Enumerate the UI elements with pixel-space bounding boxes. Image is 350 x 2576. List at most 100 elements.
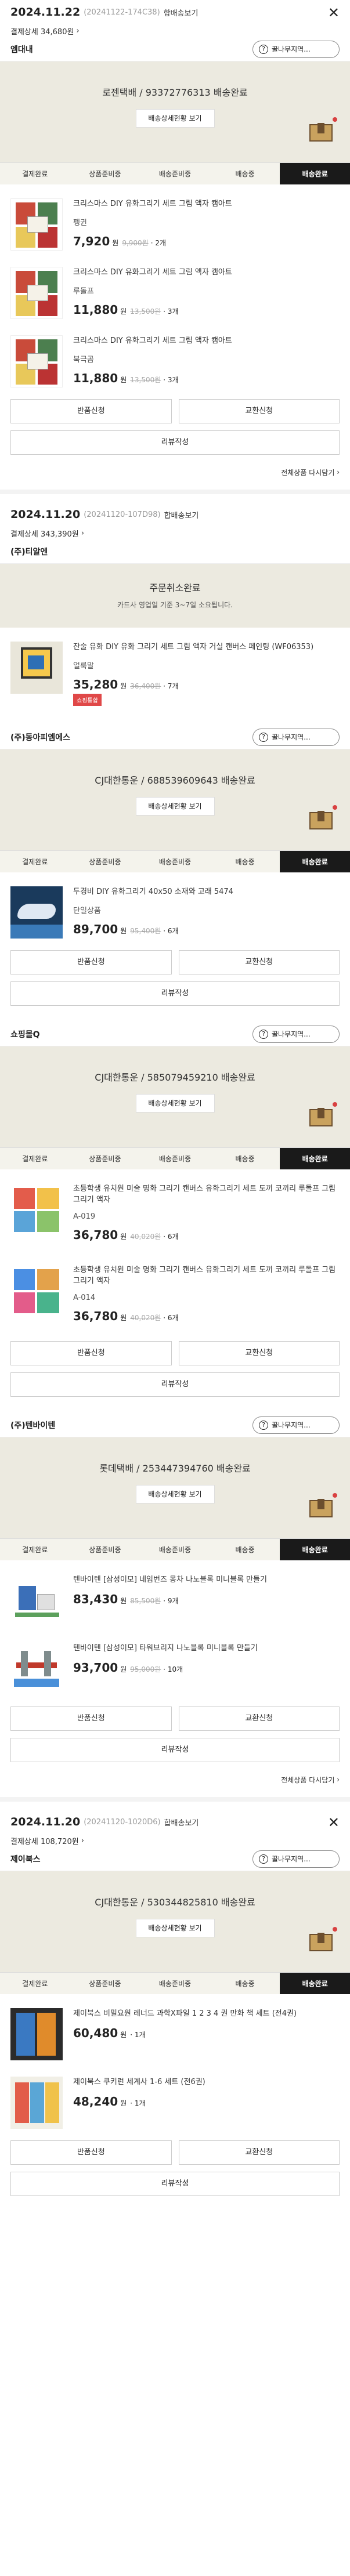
item-name[interactable]: 제이북스 비밀요원 레너드 과학X파일 1 2 3 4 권 만화 책 세트 (전…: [73, 2008, 340, 2019]
return-button[interactable]: 반품신청: [10, 950, 172, 974]
item-quantity: 3개: [167, 307, 179, 316]
item-name[interactable]: 제이북스 쿠키런 세계사 1-6 세트 (전6권): [73, 2077, 340, 2088]
ask-seller-button[interactable]: ? 꿀나무지역...: [252, 1850, 340, 1868]
package-box-icon: [309, 811, 333, 829]
close-icon[interactable]: ✕: [328, 5, 340, 21]
delivery-detail-button[interactable]: 배송상세현황 보기: [135, 1485, 215, 1503]
delivery-status-panel: 로젠택배 / 93372776313 배송완료 배송상세현황 보기: [0, 61, 350, 162]
item-quantity: 1개: [134, 2031, 146, 2039]
exchange-button[interactable]: 교환신청: [178, 950, 340, 974]
item-name[interactable]: 텐바이텐 [삼성이모] 타워브리지 나노블록 미니블록 만들기: [73, 1643, 340, 1654]
return-button[interactable]: 반품신청: [10, 1707, 172, 1731]
package-box-icon: [309, 1933, 333, 1951]
order-item[interactable]: 텐바이텐 [삼성이모] 네임번즈 몽차 나노블록 미니블록 만들기 83,430…: [10, 1560, 340, 1629]
product-image[interactable]: [10, 886, 63, 939]
item-name[interactable]: 텐바이텐 [삼성이모] 네임번즈 몽차 나노블록 미니블록 만들기: [73, 1574, 340, 1585]
order-item[interactable]: 크리스마스 DIY 유화그리기 세트 그림 액자 캠아트 펭귄 7,920 원 9,…: [10, 184, 340, 253]
product-image[interactable]: [10, 2008, 63, 2060]
item-name[interactable]: 크리스마스 DIY 유화그리기 세트 그림 액자 캠아트: [73, 335, 340, 346]
payment-detail-link[interactable]: 결제상세 108,720원 ›: [0, 1834, 350, 1847]
return-button[interactable]: 반품신청: [10, 2140, 172, 2165]
return-button[interactable]: 반품신청: [10, 1341, 172, 1365]
payment-detail-link[interactable]: 결제상세 34,680원 ›: [0, 24, 350, 37]
reorder-all-link[interactable]: 전체상품 다시담기 ›: [0, 455, 350, 490]
order-item[interactable]: 제이북스 쿠키런 세계사 1-6 세트 (전6권) 48,240 원 · 1개: [10, 2063, 340, 2131]
package-box-icon: [309, 1108, 333, 1126]
item-original-price: 13,500원: [130, 376, 161, 384]
order-item[interactable]: 크리스마스 DIY 유화그리기 세트 그림 액자 캠아트 루돌프 11,880 원…: [10, 253, 340, 321]
review-button[interactable]: 리뷰작성: [10, 430, 340, 455]
ask-seller-button[interactable]: ? 꿀나무지역...: [252, 728, 340, 746]
merge-view-link[interactable]: 합배송보기: [164, 7, 199, 18]
product-image[interactable]: [10, 1574, 63, 1626]
payment-detail-link[interactable]: 결제상세 343,390원 ›: [0, 527, 350, 539]
ask-seller-button[interactable]: ? 꿀나무지역...: [252, 1025, 340, 1043]
exchange-button[interactable]: 교환신청: [178, 399, 340, 423]
ask-label: 꿀나무지역...: [272, 45, 311, 53]
exchange-button[interactable]: 교환신청: [178, 2140, 340, 2165]
item-list: 두경비 DIY 유화그리기 40x50 소재와 고래 5474 단일상품 89,…: [0, 872, 350, 941]
product-image[interactable]: [10, 1183, 63, 1236]
won-unit: 원: [120, 307, 127, 316]
won-unit: 원: [112, 239, 119, 247]
product-image[interactable]: [10, 198, 63, 251]
order-item[interactable]: 두경비 DIY 유화그리기 40x50 소재와 고래 5474 단일상품 89,…: [10, 872, 340, 941]
review-button[interactable]: 리뷰작성: [10, 981, 340, 1006]
item-name[interactable]: 초등학생 유치원 미술 명화 그리기 캔버스 유화그리기 세트 도끼 코끼리 루…: [73, 1265, 340, 1287]
item-list: 제이북스 비밀요원 레너드 과학X파일 1 2 3 4 권 만화 책 세트 (전…: [0, 1994, 350, 2131]
product-image[interactable]: [10, 2077, 63, 2129]
product-image[interactable]: [10, 642, 63, 694]
order-header: 2024.11.20 (20241120-1020D6) 합배송보기 ✕: [0, 1810, 350, 1834]
product-image[interactable]: [10, 267, 63, 319]
reorder-all-link[interactable]: 전체상품 다시담기 ›: [0, 1762, 350, 1797]
won-unit: 원: [120, 2099, 127, 2107]
item-quantity: 3개: [167, 376, 179, 384]
product-image[interactable]: [10, 1265, 63, 1317]
dot-separator: ·: [163, 307, 168, 316]
merge-view-link[interactable]: 합배송보기: [164, 509, 199, 520]
exchange-button[interactable]: 교환신청: [178, 1707, 340, 1731]
ask-seller-button[interactable]: ? 꿀나무지역...: [252, 40, 340, 58]
item-price: 83,430: [73, 1592, 118, 1606]
order-item[interactable]: 텐바이텐 [삼성이모] 타워브리지 나노블록 미니블록 만들기 93,700 원 9…: [10, 1629, 340, 1697]
dot-separator: ·: [163, 1233, 168, 1241]
item-name[interactable]: 잔술 유화 DIY 유화 그리기 세트 그림 액자 거실 캔버스 페인팅 (WF…: [73, 642, 340, 653]
seller-row: 제이북스 ? 꿀나무지역...: [0, 1847, 350, 1871]
order-list: 2024.11.22 (20241122-174C38) 합배송보기 ✕ 결제상…: [0, 0, 350, 2576]
order-item[interactable]: 잔술 유화 DIY 유화 그리기 세트 그림 액자 거실 캔버스 페인팅 (WF…: [10, 628, 340, 709]
review-button[interactable]: 리뷰작성: [10, 1738, 340, 1762]
step-paid: 결제완료: [0, 1148, 70, 1169]
item-option: A-019: [73, 1212, 96, 1221]
delivery-detail-button[interactable]: 배송상세현황 보기: [135, 1094, 215, 1113]
cancel-refund-note: 카드사 영업일 기준 3~7일 소요됩니다.: [117, 601, 233, 609]
won-unit: 원: [120, 1314, 127, 1322]
item-option: 북극곰: [73, 356, 94, 364]
review-button[interactable]: 리뷰작성: [10, 2172, 340, 2196]
return-button[interactable]: 반품신청: [10, 399, 172, 423]
product-image[interactable]: [10, 1643, 63, 1695]
item-price: 36,780: [73, 1309, 118, 1323]
item-original-price: 95,000원: [130, 1665, 161, 1673]
package-box-icon: [309, 123, 333, 142]
order-item[interactable]: 크리스마스 DIY 유화그리기 세트 그림 액자 캠아트 북극곰 11,880 원…: [10, 321, 340, 390]
item-name[interactable]: 두경비 DIY 유화그리기 40x50 소재와 고래 5474: [73, 886, 340, 897]
delivery-detail-button[interactable]: 배송상세현황 보기: [135, 109, 215, 128]
ask-seller-button[interactable]: ? 꿀나무지역...: [252, 1416, 340, 1434]
close-icon[interactable]: ✕: [328, 1814, 340, 1831]
item-price: 48,240: [73, 2095, 118, 2108]
step-delivered: 배송완료: [280, 1973, 350, 1994]
exchange-button[interactable]: 교환신청: [178, 1341, 340, 1365]
review-button[interactable]: 리뷰작성: [10, 1372, 340, 1397]
question-icon: ?: [259, 1420, 268, 1430]
step-paid: 결제완료: [0, 851, 70, 872]
order-item[interactable]: 제이북스 비밀요원 레너드 과학X파일 1 2 3 4 권 만화 책 세트 (전…: [10, 1994, 340, 2063]
delivery-detail-button[interactable]: 배송상세현황 보기: [135, 797, 215, 816]
order-item[interactable]: 초등학생 유치원 미술 명화 그리기 캔버스 유화그리기 세트 도끼 코끼리 루…: [10, 1169, 340, 1251]
item-name[interactable]: 초등학생 유치원 미술 명화 그리기 캔버스 유화그리기 세트 도끼 코끼리 루…: [73, 1183, 340, 1205]
merge-view-link[interactable]: 합배송보기: [164, 1817, 199, 1828]
item-name[interactable]: 크리스마스 DIY 유화그리기 세트 그림 액자 캠아트: [73, 267, 340, 278]
product-image[interactable]: [10, 335, 63, 387]
delivery-detail-button[interactable]: 배송상세현황 보기: [135, 1919, 215, 1937]
item-name[interactable]: 크리스마스 DIY 유화그리기 세트 그림 액자 캠아트: [73, 198, 340, 209]
order-item[interactable]: 초등학생 유치원 미술 명화 그리기 캔버스 유화그리기 세트 도끼 코끼리 루…: [10, 1251, 340, 1332]
